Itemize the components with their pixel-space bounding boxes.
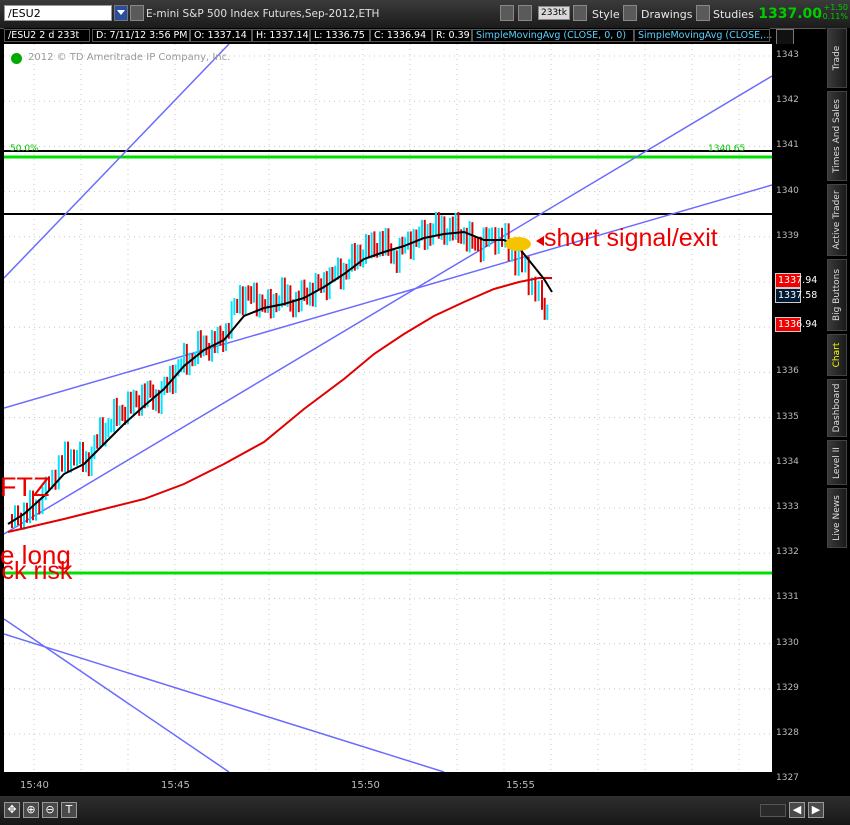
copyright: 2012 © TD Ameritrade IP Company, Inc. xyxy=(28,52,231,63)
price-tick-label: 1328 xyxy=(776,728,799,738)
pencil-icon[interactable] xyxy=(623,5,637,21)
info-range: R: 0.39 xyxy=(432,29,472,42)
info-low: L: 1336.75 xyxy=(310,29,370,42)
price-tick-label: 1341 xyxy=(776,140,799,151)
sma-fast-price-tag: 1337.58 xyxy=(775,288,817,303)
price-tick-label: 1329 xyxy=(776,682,799,693)
price-tick-label: 1331 xyxy=(776,592,799,603)
drawing-tool-icon[interactable] xyxy=(776,29,794,45)
style-menu[interactable]: Style xyxy=(592,8,620,21)
fib-right-label: 1340.65 xyxy=(708,144,745,154)
chart-canvas[interactable]: 50.0% 1340.65 xyxy=(4,44,772,772)
info-open: O: 1337.14 xyxy=(190,29,252,42)
side-tab-label: Trade xyxy=(832,45,842,71)
price-tick-label: 1334 xyxy=(776,456,799,467)
studies-menu[interactable]: Studies xyxy=(713,8,754,21)
wrench-icon[interactable] xyxy=(518,5,532,21)
price-tick-label: 1330 xyxy=(776,637,799,648)
side-tab-label: Chart xyxy=(832,342,842,368)
side-tab-label: Times And Sales xyxy=(832,99,842,173)
side-tab-times-and-sales[interactable]: Times And Sales xyxy=(827,91,847,181)
side-tab-label: Active Trader xyxy=(832,190,842,250)
study-sma-2[interactable]: SimpleMovingAvg (CLOSE,... xyxy=(634,29,772,42)
side-tab-big-buttons[interactable]: Big Buttons xyxy=(827,259,847,331)
price-tick-label: 1340 xyxy=(776,185,799,196)
price-tick-label: 1342 xyxy=(776,95,799,106)
price-tick-label: 1327 xyxy=(776,773,799,784)
time-tick-label: 15:45 xyxy=(161,780,190,791)
time-tick-label: 15:55 xyxy=(506,780,535,791)
side-tab-active-trader[interactable]: Active Trader xyxy=(827,184,847,256)
side-tab-label: Level II xyxy=(832,446,842,479)
bar-info-strip: /ESU2 2 d 233t D: 7/11/12 3:56 PM O: 133… xyxy=(4,28,772,43)
side-tab-dashboard[interactable]: Dashboard xyxy=(827,379,847,437)
info-close: C: 1336.94 xyxy=(370,29,432,42)
price-tick-label: 1335 xyxy=(776,411,799,422)
price-tick-label: 1336 xyxy=(776,366,799,377)
aggregation-badge[interactable]: 233tk xyxy=(538,6,570,20)
drawings-menu[interactable]: Drawings xyxy=(641,8,692,21)
style-icon[interactable] xyxy=(573,5,587,21)
symbol-dropdown-button[interactable] xyxy=(114,5,128,21)
studies-icon[interactable] xyxy=(696,5,710,21)
fib-left-label: 50.0% xyxy=(10,144,39,154)
info-symbol: /ESU2 2 d 233t xyxy=(4,29,90,42)
chart-bottom-bar: ✥ ⊕ ⊖ T ◀ ▶ xyxy=(0,796,850,825)
price-tick-label: 1339 xyxy=(776,230,799,241)
crosshair-tool-icon[interactable] xyxy=(500,5,514,21)
chevron-down-icon xyxy=(117,10,125,15)
time-tick-label: 15:50 xyxy=(351,780,380,791)
price-tick-label: 1333 xyxy=(776,502,799,512)
price-chart[interactable]: 50.0% 1340.65 2012 © TD Ameritrade IP Co… xyxy=(0,44,772,772)
side-tab-live-news[interactable]: Live News xyxy=(827,488,847,548)
info-icon[interactable] xyxy=(11,53,22,64)
price-tick-label: 1332 xyxy=(776,547,799,558)
sma-slow-price-tag: 1337.94 xyxy=(775,273,817,288)
zoom-in-icon[interactable]: ⊕ xyxy=(23,802,39,818)
price-axis[interactable]: 1343134213411340133913381337133613351334… xyxy=(772,44,799,783)
time-tick-label: 15:40 xyxy=(20,780,49,791)
side-tab-label: Big Buttons xyxy=(832,268,842,322)
last-price-tag: 1336.94 xyxy=(775,317,817,332)
price-tick-label: 1343 xyxy=(776,50,799,60)
pan-icon[interactable]: ✥ xyxy=(4,802,20,818)
time-axis[interactable]: 15:40 15:45 15:50 15:55 xyxy=(4,772,772,796)
instrument-description: E-mini S&P 500 Index Futures,Sep-2012,ET… xyxy=(146,8,380,20)
annotation-risk: ick risk xyxy=(0,557,73,585)
side-tab-trade[interactable]: Trade xyxy=(827,28,847,88)
change-points: +1.50 xyxy=(823,3,848,12)
scroll-left-icon[interactable]: ◀ xyxy=(789,802,805,818)
zoom-out-icon[interactable]: ⊖ xyxy=(42,802,58,818)
symbol-input[interactable]: /ESU2 xyxy=(4,5,112,21)
last-price: 1337.00 xyxy=(758,6,822,22)
signal-highlight-marker xyxy=(505,237,531,251)
annotation-short-signal: short signal/exit xyxy=(544,224,718,252)
annotation-ftz: FTZ xyxy=(0,472,50,502)
price-change: +1.50 +0.11% xyxy=(816,3,848,21)
link-icon[interactable] xyxy=(130,5,144,21)
study-sma-1[interactable]: SimpleMovingAvg (CLOSE, 0, 0) xyxy=(472,29,634,42)
text-tool-icon[interactable]: T xyxy=(61,802,77,818)
change-percent: +0.11% xyxy=(815,12,848,21)
chart-toolbar: /ESU2 E-mini S&P 500 Index Futures,Sep-2… xyxy=(0,0,850,29)
side-tab-label: Dashboard xyxy=(832,383,842,433)
side-tab-level-ii[interactable]: Level II xyxy=(827,440,847,485)
side-tab-chart[interactable]: Chart xyxy=(827,334,847,376)
scroll-right-icon[interactable]: ▶ xyxy=(808,802,824,818)
chart-scrollbar[interactable] xyxy=(760,804,786,817)
side-tab-label: Live News xyxy=(832,495,842,541)
info-date: D: 7/11/12 3:56 PM xyxy=(92,29,190,42)
info-high: H: 1337.14 xyxy=(252,29,310,42)
